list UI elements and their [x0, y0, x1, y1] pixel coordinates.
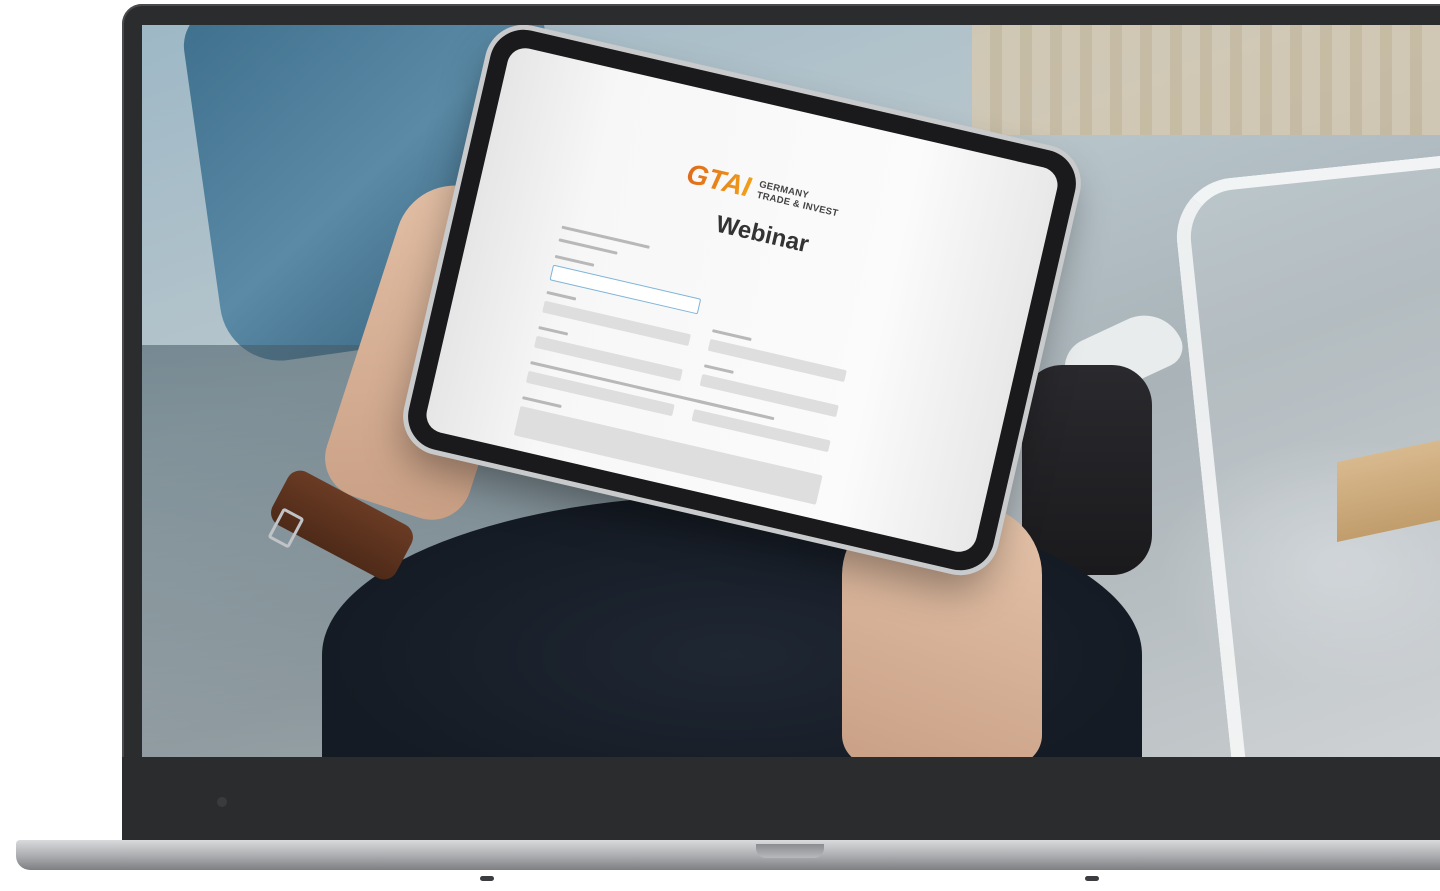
webcam [217, 797, 227, 807]
gtai-logo-mark: GTAI [683, 157, 754, 203]
base-foot [480, 876, 494, 881]
gtai-logo: GTAI GERMANY TRADE & INVEST [683, 158, 842, 224]
form-label [561, 225, 650, 249]
form-field[interactable] [534, 335, 683, 382]
webinar-heading: Webinar [713, 210, 812, 259]
form-label [538, 325, 569, 336]
form-label [554, 254, 595, 267]
form-label [712, 329, 752, 342]
laptop-bottom-bezel [122, 757, 1440, 844]
laptop-screen-photo: GTAI GERMANY TRADE & INVEST Webinar [142, 25, 1440, 757]
form-field[interactable] [707, 338, 847, 383]
form-label [546, 290, 577, 301]
form-label [522, 396, 562, 409]
laptop-base [16, 840, 1440, 870]
form-label [558, 238, 618, 255]
gtai-logo-text: GERMANY TRADE & INVEST [756, 179, 842, 219]
base-foot [1085, 876, 1099, 881]
base-notch [756, 844, 824, 858]
person-knee [1022, 365, 1152, 575]
form-label [703, 364, 734, 374]
background-curtain [972, 25, 1440, 135]
form-field[interactable] [699, 373, 839, 418]
